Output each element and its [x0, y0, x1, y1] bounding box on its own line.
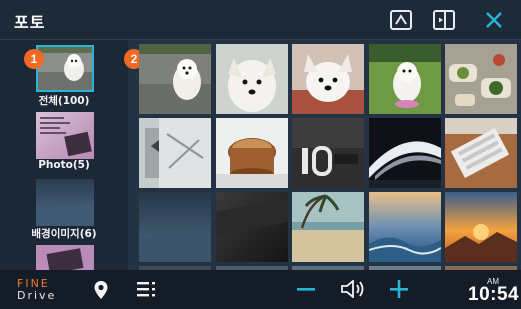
photo-thumbnail[interactable] [369, 192, 441, 262]
photo-thumbnail[interactable] [139, 44, 211, 114]
up-button[interactable] [390, 10, 412, 30]
page-title: 포토 [14, 13, 46, 32]
album-label: Photo(5) [38, 159, 90, 171]
photo-thumbnail[interactable] [292, 118, 364, 188]
album-label: 배경이미지(6) [31, 228, 97, 240]
photo-thumbnail[interactable] [445, 118, 517, 188]
photo-app-screen: 포토 전체(100) Photo(5) 배경이미지(6) 1 2 FINE Dr… [0, 0, 521, 309]
album-thumbnail [36, 112, 94, 159]
callout-badge-1: 1 [24, 49, 44, 69]
photo-grid[interactable] [139, 44, 517, 270]
photo-thumbnail[interactable] [139, 118, 211, 188]
photo-thumbnail[interactable] [139, 192, 211, 262]
album-thumbnail [36, 179, 94, 226]
photo-thumbnail[interactable] [445, 192, 517, 262]
close-button[interactable] [482, 6, 506, 32]
album-thumbnail [36, 245, 94, 270]
album-thumbnail [36, 45, 94, 92]
photo-thumbnail[interactable] [216, 44, 288, 114]
up-arrow-icon [395, 14, 407, 25]
split-screen-icon [438, 12, 446, 28]
logo-text-bottom: Drive [17, 289, 57, 302]
photo-thumbnail[interactable] [216, 118, 288, 188]
album-label: 전체(100) [38, 95, 90, 107]
bottom-bar: FINE Drive [0, 270, 521, 309]
photo-thumbnail[interactable] [216, 192, 288, 262]
volume-plus-icon[interactable] [388, 278, 410, 300]
list-menu-icon[interactable] [137, 280, 157, 298]
fine-drive-logo[interactable]: FINE Drive [17, 277, 61, 303]
photo-thumbnail[interactable] [445, 44, 517, 114]
album-list[interactable]: 전체(100) Photo(5) 배경이미지(6) [0, 40, 128, 270]
location-pin-icon[interactable] [93, 280, 109, 300]
photo-thumbnail[interactable] [292, 44, 364, 114]
close-icon [486, 12, 502, 28]
clock-time: 10:54 [468, 284, 520, 305]
speaker-icon[interactable] [340, 280, 366, 298]
photo-thumbnail[interactable] [292, 192, 364, 262]
split-screen-button[interactable] [433, 10, 455, 30]
header-bar: 포토 [0, 0, 521, 40]
photo-thumbnail[interactable] [369, 44, 441, 114]
photo-thumbnail[interactable] [369, 118, 441, 188]
volume-minus-icon[interactable] [295, 278, 317, 300]
